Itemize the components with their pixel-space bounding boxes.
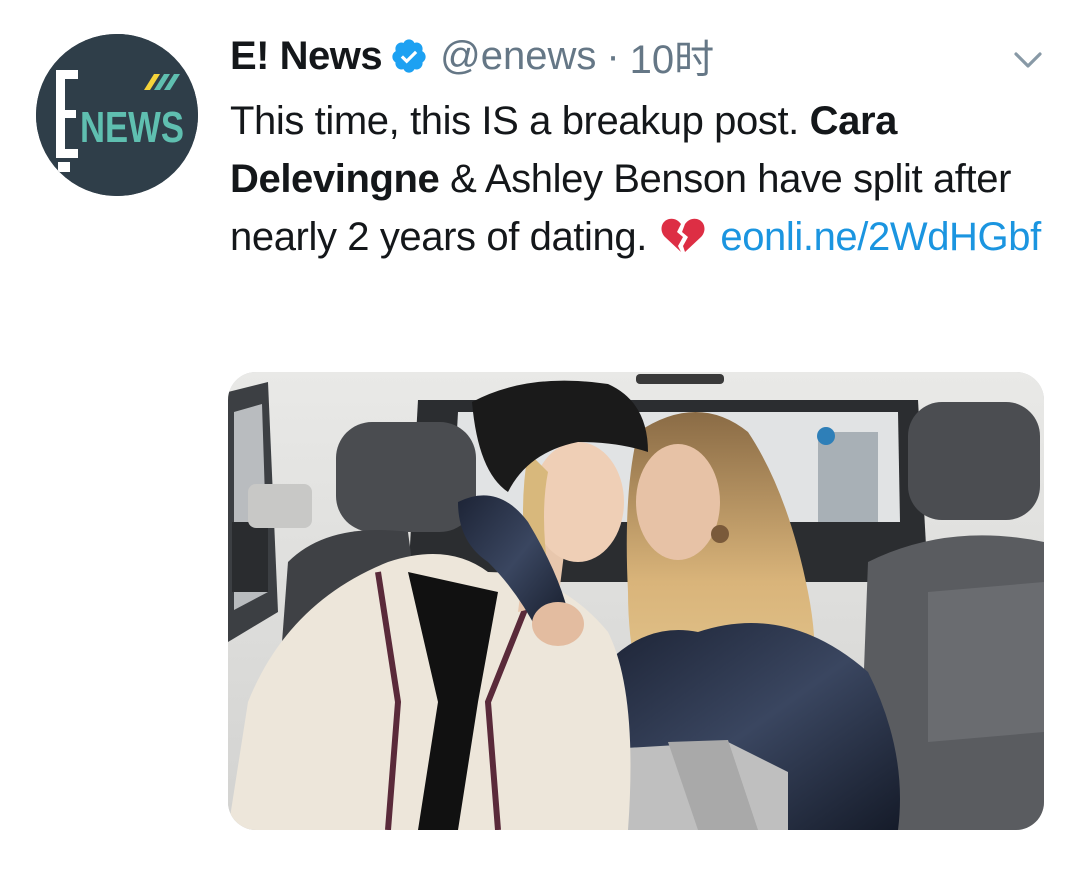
tweet-text: This time, this IS a breakup post. Cara … [230,92,1060,266]
avatar[interactable]: NEWS [36,34,198,196]
tweet-media-photo[interactable] [228,372,1044,830]
author-handle[interactable]: @enews [440,34,596,79]
tweet-timestamp[interactable]: 10时 [630,27,715,85]
tweet[interactable]: NEWS E! News @enews · 10时 This time, thi… [0,0,1080,872]
enews-logo-icon: NEWS [36,34,198,196]
tweet-text-intro: This time, this IS a breakup post. [230,99,810,143]
chevron-down-icon[interactable] [1010,46,1046,74]
photo-of-two-women-in-car [228,372,1044,830]
separator-dot: · [606,33,620,78]
author-display-name[interactable]: E! News [230,34,383,79]
verified-badge-icon [392,39,426,73]
broken-heart-icon [661,218,705,252]
tweet-header: E! News @enews · 10时 [230,27,715,85]
svg-text:NEWS: NEWS [80,103,184,152]
tweet-link[interactable]: eonli.ne/2WdHGbf [720,215,1041,259]
